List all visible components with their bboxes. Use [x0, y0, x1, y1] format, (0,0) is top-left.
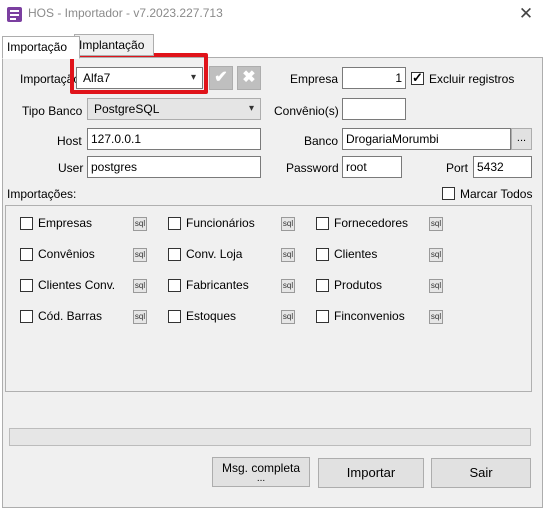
x-icon: ✖ [242, 69, 256, 86]
progress-bar [9, 428, 531, 446]
sql-icon[interactable]: sql [281, 248, 295, 262]
sql-icon[interactable]: sql [281, 279, 295, 293]
finconvenios-checkbox[interactable] [316, 310, 329, 323]
importar-button[interactable]: Importar [318, 458, 424, 488]
produtos-checkbox[interactable] [316, 279, 329, 292]
host-label: Host [57, 134, 82, 148]
importacoes-group [5, 205, 532, 392]
cod-barras-label: Cód. Barras [38, 309, 103, 323]
excluir-registros-label: Excluir registros [429, 72, 515, 86]
empresa-field[interactable]: 1 [342, 67, 406, 89]
sql-icon[interactable]: sql [429, 248, 443, 262]
clientes-label: Clientes [334, 247, 378, 261]
fabricantes-label: Fabricantes [186, 278, 249, 292]
clientes-conv-label: Clientes Conv. [38, 278, 116, 292]
funcionarios-checkbox[interactable] [168, 217, 181, 230]
fabricantes-checkbox[interactable] [168, 279, 181, 292]
tipo-banco-label: Tipo Banco [22, 104, 83, 118]
tab-implantacao[interactable]: Implantação [74, 34, 154, 56]
sql-icon[interactable]: sql [429, 217, 443, 231]
sql-icon[interactable]: sql [429, 279, 443, 293]
empresas-checkbox[interactable] [20, 217, 33, 230]
empresa-label: Empresa [290, 72, 339, 86]
sql-icon[interactable]: sql [133, 279, 147, 293]
conv-loja-label: Conv. Loja [186, 247, 243, 261]
finconvenios-label: Finconvenios [334, 309, 405, 323]
sql-icon[interactable]: sql [281, 217, 295, 231]
title-bar: HOS - Importador - v7.2023.227.713 ✕ [0, 0, 546, 30]
user-field[interactable]: postgres [87, 156, 261, 178]
sql-icon[interactable]: sql [429, 310, 443, 324]
highlight-box [70, 53, 208, 94]
importacoes-label: Importações: [7, 187, 77, 201]
password-field[interactable]: root [342, 156, 402, 178]
sql-icon[interactable]: sql [281, 310, 295, 324]
close-icon[interactable]: ✕ [512, 3, 540, 25]
banco-field[interactable]: DrogariaMorumbi [342, 128, 511, 150]
cancel-button[interactable]: ✖ [237, 66, 261, 90]
browse-banco-button[interactable]: ... [511, 128, 532, 150]
tipo-banco-select-value: PostgreSQL [94, 102, 160, 116]
convenios-item-label: Convênios [38, 247, 95, 261]
banco-label: Banco [304, 134, 339, 148]
confirm-button[interactable]: ✔ [209, 66, 233, 90]
app-icon [7, 7, 22, 22]
sql-icon[interactable]: sql [133, 217, 147, 231]
tipo-banco-select[interactable]: PostgreSQL ▾ [87, 98, 261, 120]
marcar-todos-label: Marcar Todos [460, 187, 533, 201]
host-field[interactable]: 127.0.0.1 [87, 128, 261, 150]
tab-importacao[interactable]: Importação [2, 36, 80, 59]
estoques-checkbox[interactable] [168, 310, 181, 323]
estoques-label: Estoques [186, 309, 237, 323]
convenios-field[interactable] [342, 98, 406, 120]
empresas-label: Empresas [38, 216, 93, 230]
check-icon: ✔ [214, 69, 228, 86]
window-title: HOS - Importador - v7.2023.227.713 [28, 6, 223, 20]
marcar-todos-checkbox[interactable] [442, 187, 455, 200]
port-label: Port [446, 161, 469, 175]
sair-button[interactable]: Sair [431, 458, 531, 488]
produtos-label: Produtos [334, 278, 383, 292]
sql-icon[interactable]: sql [133, 310, 147, 324]
convenios-label: Convênio(s) [274, 104, 339, 118]
msg-completa-button[interactable]: Msg. completa ... [212, 457, 310, 487]
chevron-down-icon: ▾ [248, 103, 254, 114]
clientes-checkbox[interactable] [316, 248, 329, 261]
sql-icon[interactable]: sql [133, 248, 147, 262]
funcionarios-label: Funcionários [186, 216, 255, 230]
user-label: User [58, 161, 84, 175]
fornecedores-label: Fornecedores [334, 216, 409, 230]
fornecedores-checkbox[interactable] [316, 217, 329, 230]
msg-completa-ellipsis: ... [256, 473, 266, 484]
conv-loja-checkbox[interactable] [168, 248, 181, 261]
convenios-checkbox[interactable] [20, 248, 33, 261]
excluir-registros-checkbox[interactable] [411, 70, 424, 86]
clientes-conv-checkbox[interactable] [20, 279, 33, 292]
password-label: Password [286, 161, 339, 175]
cod-barras-checkbox[interactable] [20, 310, 33, 323]
port-field[interactable]: 5432 [473, 156, 532, 178]
